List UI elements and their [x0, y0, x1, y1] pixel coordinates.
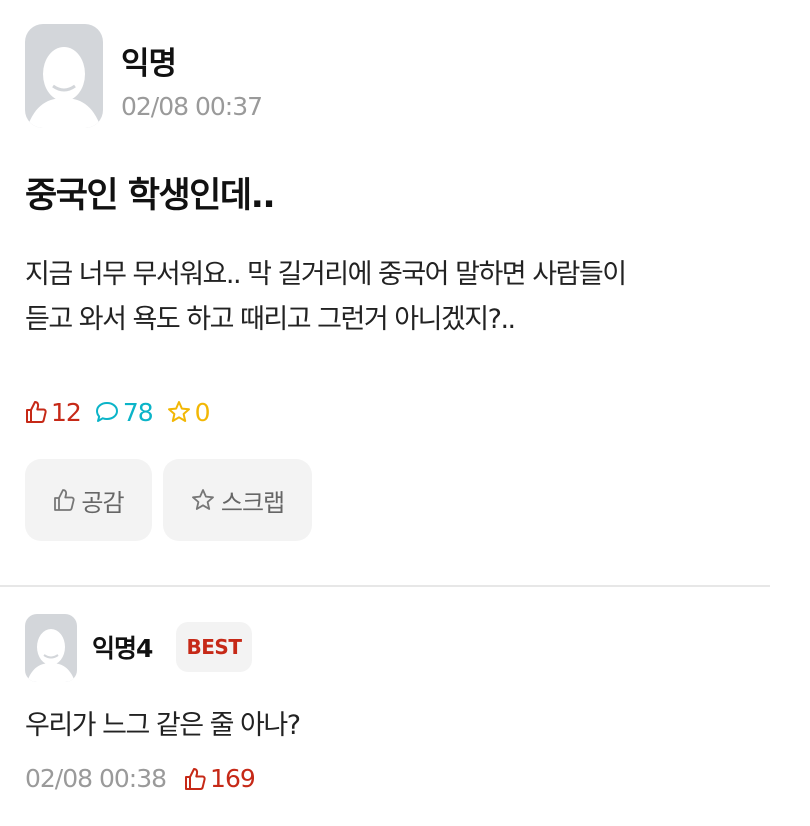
comment-count-stat: 78 — [95, 397, 154, 427]
scrap-count: 0 — [194, 397, 211, 427]
post-title: 중국인 학생인데.. — [25, 176, 276, 216]
comment-avatar-icon[interactable] — [25, 614, 77, 682]
post-header: 익명 02/08 00:37 — [25, 24, 725, 128]
post-body: 지금 너무 무서워요.. 막 길거리에 중국어 말하면 사람들이 듣고 와서 욕… — [25, 252, 765, 342]
comment-count: 78 — [122, 397, 154, 427]
like-count-stat: 12 — [25, 397, 82, 427]
divider — [0, 585, 770, 587]
thumbs-up-icon — [26, 401, 47, 423]
thumbs-up-icon — [185, 767, 206, 790]
post-body-line: 듣고 와서 욕도 하고 때리고 그런거 아니겠지?.. — [25, 304, 516, 335]
thumbs-up-icon — [54, 489, 75, 511]
like-button[interactable]: 공감 — [25, 459, 152, 541]
author-avatar-icon[interactable] — [25, 24, 103, 128]
scrap-button-label: 스크랩 — [220, 488, 285, 517]
post-body-line: 지금 너무 무서워요.. 막 길거리에 중국어 말하면 사람들이 — [25, 259, 627, 290]
comment-like-button[interactable]: 169 — [184, 764, 256, 793]
scrap-button[interactable]: 스크랩 — [163, 459, 312, 541]
comment-like-count: 169 — [210, 764, 256, 793]
comment-author-name[interactable]: 익명4 — [92, 629, 153, 665]
post-stats: 12 78 0 — [25, 394, 224, 430]
post-author-name[interactable]: 익명 — [121, 38, 177, 83]
comment-timestamp: 02/08 00:38 — [25, 764, 167, 793]
comment-meta: 02/08 00:38 169 — [25, 764, 256, 793]
star-icon — [167, 401, 190, 422]
best-badge: BEST — [176, 622, 252, 672]
like-count: 12 — [51, 397, 82, 427]
like-button-label: 공감 — [81, 488, 124, 517]
comment-text: 우리가 느그 같은 줄 아나? — [25, 710, 301, 741]
post-timestamp: 02/08 00:37 — [121, 92, 263, 121]
scrap-count-stat: 0 — [167, 397, 211, 427]
speech-bubble-icon — [95, 402, 118, 422]
star-icon — [191, 489, 214, 510]
